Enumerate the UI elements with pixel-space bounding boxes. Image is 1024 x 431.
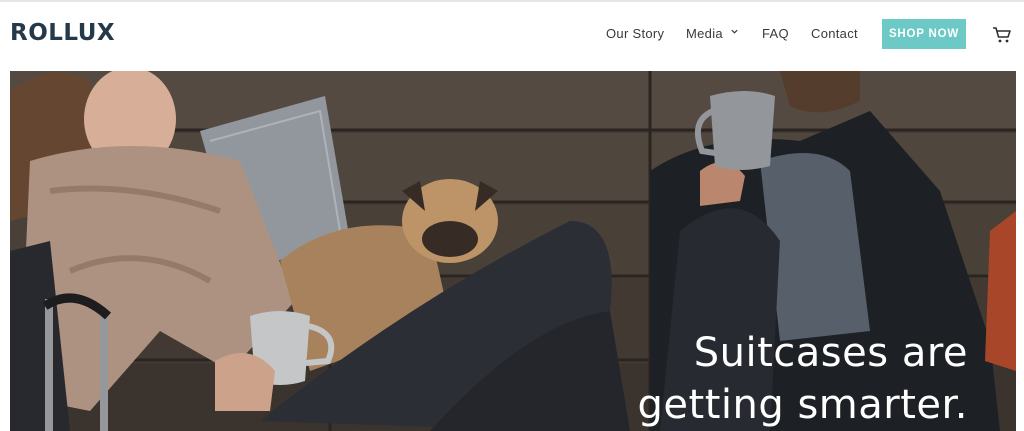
shop-now-button[interactable]: SHOP NOW	[882, 19, 966, 49]
nav-faq[interactable]: FAQ	[762, 26, 789, 41]
hero-headline-line1: Suitcases are	[693, 330, 968, 376]
hero-headline-line2: getting smarter.	[637, 382, 968, 428]
hero-banner: Suitcases are getting smarter.	[10, 71, 1016, 431]
hero-headline: Suitcases are getting smarter.	[638, 327, 968, 431]
nav-our-story[interactable]: Our Story	[606, 26, 664, 41]
site-header: ROLLUX Our Story Media FAQ Contact SHOP …	[0, 2, 1024, 70]
chevron-down-icon[interactable]	[730, 27, 739, 36]
nav-contact[interactable]: Contact	[811, 26, 858, 41]
cart-icon[interactable]	[992, 26, 1012, 44]
nav-media[interactable]: Media	[686, 26, 723, 41]
site-logo[interactable]: ROLLUX	[10, 20, 115, 46]
